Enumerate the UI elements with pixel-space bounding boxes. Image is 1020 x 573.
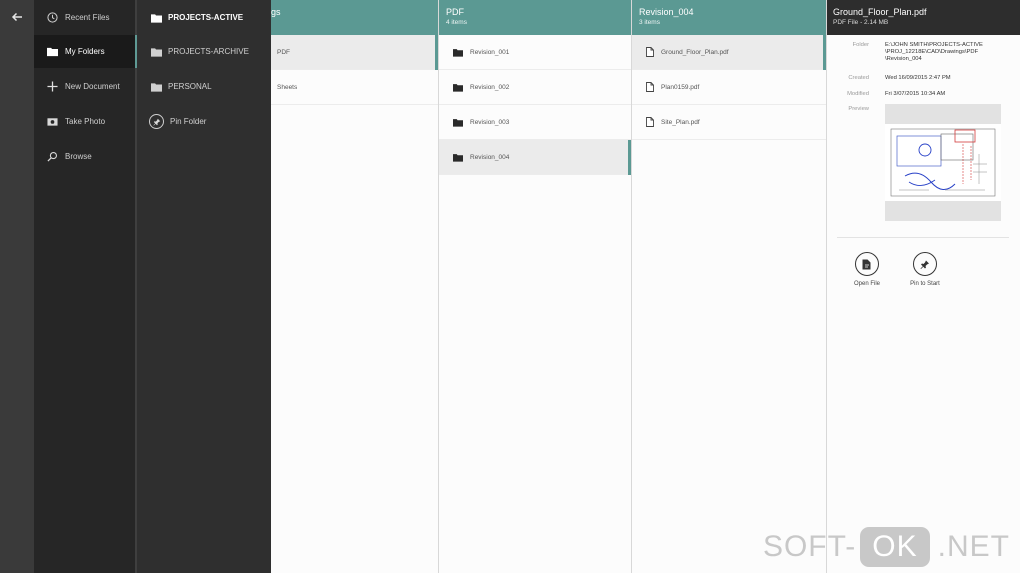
open-file-button[interactable]: Open File [845, 252, 889, 287]
divider [837, 237, 1009, 238]
open-file-label: Open File [853, 281, 880, 287]
nav-item-browse[interactable]: Browse [34, 140, 135, 173]
list-item-label: Revision_002 [470, 83, 510, 91]
nav-item-new-document[interactable]: New Document [34, 70, 135, 103]
folder-item-label: PROJECTS-ACTIVE [168, 13, 244, 22]
selection-indicator [435, 35, 438, 70]
nav-item-recent-files[interactable]: Recent Files [34, 1, 135, 34]
list-item[interactable]: Plan0159.pdf [632, 70, 826, 105]
list-item[interactable]: Site_Plan.pdf [632, 105, 826, 140]
folder-item-label: PROJECTS-ARCHIVE [168, 47, 249, 56]
preview-label: Preview [848, 106, 869, 112]
document-icon [646, 82, 654, 92]
pin-icon [149, 114, 164, 129]
column-title: PDF [446, 7, 464, 17]
search-icon [47, 152, 57, 162]
column-title: gs [271, 7, 281, 17]
folder-icon [453, 153, 463, 162]
drawing-preview-image [885, 124, 1001, 201]
folder-icon [453, 48, 463, 57]
list-item[interactable]: Revision_004 [439, 140, 631, 175]
folder-path: E:\JOHN SMITH\PROJECTS-ACTIVE \PROJ_1221… [885, 42, 983, 62]
folder-icon [151, 47, 162, 57]
column-drawings: gs PDF Sheets [271, 0, 439, 573]
folder-label: Folder [852, 42, 869, 48]
folder-item-label: Pin Folder [170, 117, 207, 126]
back-arrow-icon [11, 12, 22, 22]
preview-thumbnail[interactable] [885, 104, 1001, 221]
column-title: Revision_004 [639, 7, 694, 17]
file-title: Ground_Floor_Plan.pdf [833, 7, 927, 17]
list-item-label: Revision_004 [470, 153, 510, 161]
folder-icon [47, 47, 58, 57]
selection-indicator [628, 140, 631, 175]
plus-icon [47, 81, 58, 92]
list-item-label: Plan0159.pdf [661, 83, 700, 91]
column-subtitle: 3 items [639, 19, 660, 26]
folder-item-projects-archive[interactable]: PROJECTS-ARCHIVE [137, 35, 271, 68]
pin-to-start-label: Pin to Start [910, 281, 940, 287]
created-label: Created [848, 75, 869, 81]
list-item-label: Sheets [277, 83, 298, 91]
list-item[interactable]: Revision_001 [439, 35, 631, 70]
document-icon [646, 117, 654, 127]
list-item-label: Revision_001 [470, 48, 510, 56]
watermark-ok: OK [860, 527, 930, 567]
folder-icon [151, 82, 162, 92]
nav-item-label: My Folders [65, 47, 105, 56]
column-subtitle: 4 items [446, 19, 467, 26]
list-item[interactable]: Sheets [271, 70, 438, 105]
details-pane: Ground_Floor_Plan.pdf PDF File - 2.14 MB… [827, 0, 1020, 573]
list-item[interactable]: Revision_003 [439, 105, 631, 140]
pin-to-start-button[interactable]: Pin to Start [903, 252, 947, 287]
nav-item-label: Recent Files [65, 13, 110, 22]
nav-item-label: New Document [65, 82, 120, 91]
list-item-label: Ground_Floor_Plan.pdf [661, 48, 729, 56]
modified-label: Modified [847, 91, 869, 97]
column-revision: Revision_004 3 items Ground_Floor_Plan.p… [632, 0, 827, 573]
details-header: Ground_Floor_Plan.pdf PDF File - 2.14 MB [827, 0, 1020, 35]
watermark-left: SOFT- [762, 530, 857, 563]
folder-icon [453, 83, 463, 92]
pin-icon [913, 252, 937, 276]
nav-item-my-folders[interactable]: My Folders [34, 35, 135, 68]
back-column [0, 0, 34, 573]
folder-item-personal[interactable]: PERSONAL [137, 70, 271, 103]
file-subtitle: PDF File - 2.14 MB [833, 19, 889, 26]
list-item-label: Site_Plan.pdf [661, 118, 700, 126]
nav-item-take-photo[interactable]: Take Photo [34, 105, 135, 138]
folder-icon [453, 118, 463, 127]
nav-pane: Recent Files My Folders New Document Tak… [34, 0, 135, 573]
nav-item-label: Browse [65, 152, 92, 161]
list-item[interactable]: PDF [271, 35, 438, 70]
created-value: Wed 16/09/2015 2:47 PM [885, 75, 951, 81]
pin-folder-button[interactable]: Pin Folder [137, 105, 271, 138]
column-header: Revision_004 3 items [632, 0, 826, 35]
clock-icon [47, 12, 58, 23]
folder-item-projects-active[interactable]: PROJECTS-ACTIVE [137, 1, 271, 34]
camera-icon [47, 118, 58, 126]
modified-value: Fri 3/07/2015 10:34 AM [885, 91, 946, 97]
document-icon [646, 47, 654, 57]
column-header: gs [271, 0, 438, 35]
column-pdf: PDF 4 items Revision_001 Revision_002 Re… [439, 0, 632, 573]
watermark: SOFT- OK .NET [763, 527, 1010, 567]
open-file-icon [855, 252, 879, 276]
folders-pane: PROJECTS-ACTIVE PROJECTS-ARCHIVE PERSONA… [137, 0, 271, 573]
watermark-right: .NET [937, 530, 1010, 563]
list-item-label: Revision_003 [470, 118, 510, 126]
file-browser-app: Recent Files My Folders New Document Tak… [0, 0, 1020, 573]
list-item[interactable]: Revision_002 [439, 70, 631, 105]
list-item[interactable]: Ground_Floor_Plan.pdf [632, 35, 826, 70]
column-header: PDF 4 items [439, 0, 631, 35]
nav-item-label: Take Photo [65, 117, 106, 126]
folder-icon [151, 13, 162, 23]
selection-indicator [823, 35, 826, 70]
back-button[interactable] [9, 9, 25, 25]
folder-item-label: PERSONAL [168, 82, 212, 91]
list-item-label: PDF [277, 48, 290, 56]
